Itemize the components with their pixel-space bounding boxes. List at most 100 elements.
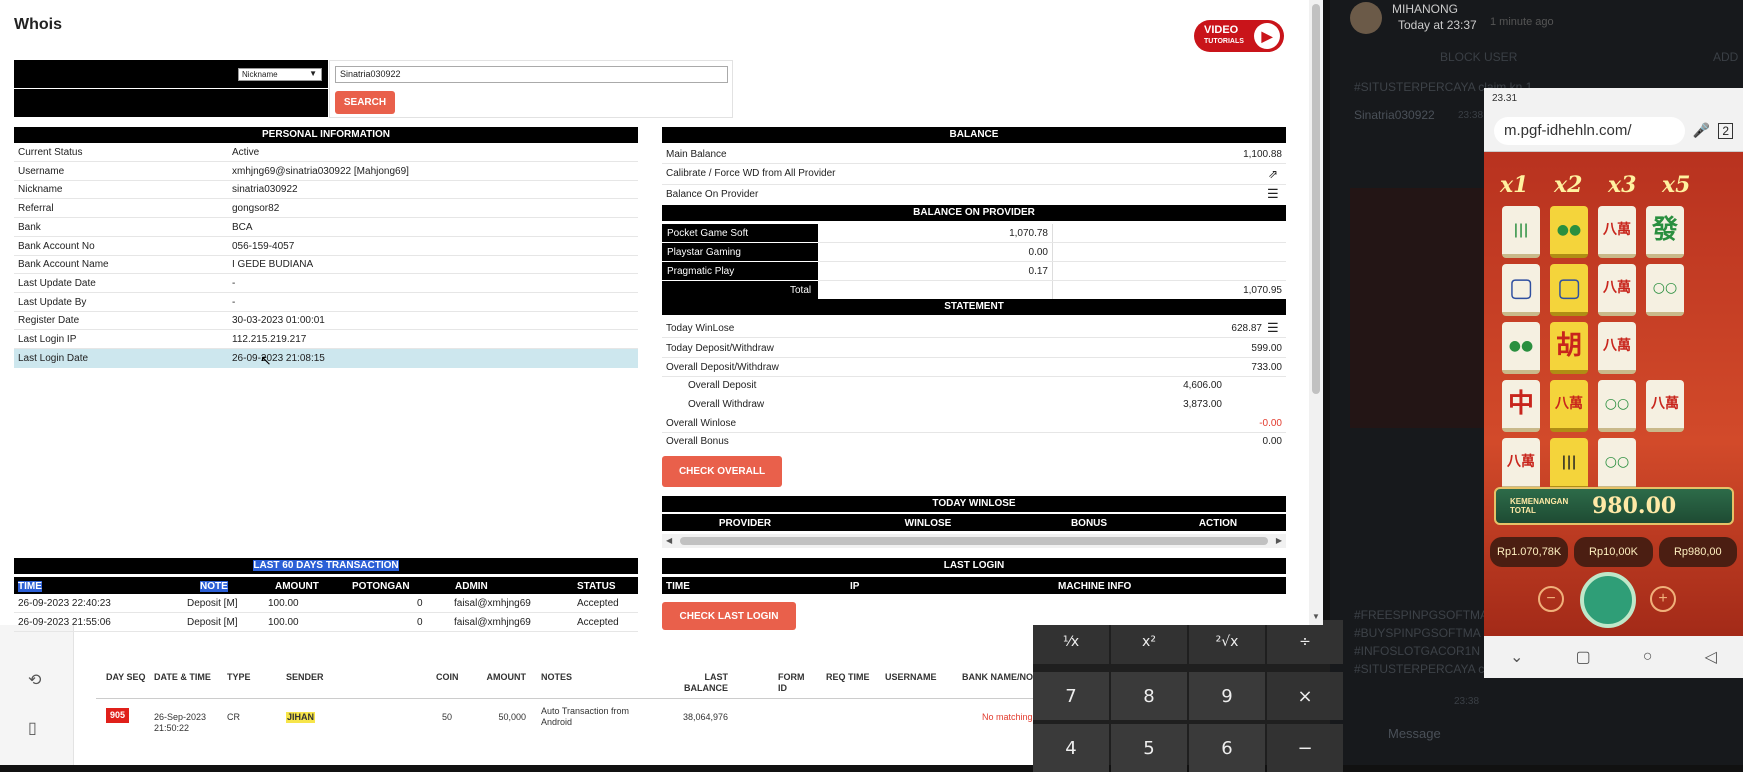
scroll-left-icon[interactable]: ◀ <box>666 536 672 545</box>
calculator-key[interactable]: 9 <box>1189 672 1265 720</box>
divider <box>14 273 638 275</box>
info-label: Last Update By <box>18 296 87 308</box>
search-button-label-cell <box>14 89 328 117</box>
calculator: ¹⁄x x² ²√x ÷ 7 8 9 × 4 5 6− <box>1033 620 1343 772</box>
main-balance-label: Main Balance <box>666 149 727 160</box>
column-header: STATUS <box>577 581 616 592</box>
main-balance-value: 1,100.88 <box>1243 149 1282 160</box>
mahjong-tile: 胡 <box>1550 322 1588 374</box>
horizontal-scrollbar[interactable]: ◀ ▶ <box>662 534 1286 548</box>
calculator-key[interactable]: ²√x <box>1189 620 1265 664</box>
spin-button[interactable] <box>1580 572 1636 628</box>
message-input[interactable]: Message <box>1388 726 1441 741</box>
row-amount: 50,000 <box>498 712 526 722</box>
chevron-down-icon: ▼ <box>309 69 317 78</box>
provider-balance: 1,070.78 <box>1009 228 1048 239</box>
transactions-title: LAST 60 DAYS TRANSACTION <box>253 560 399 571</box>
column-header: TYPE <box>227 672 251 682</box>
header-divider <box>96 698 1033 699</box>
info-value: gongsor82 <box>232 203 280 215</box>
provider-name: Pocket Game Soft <box>667 228 749 239</box>
list-icon[interactable]: ☰ <box>1267 186 1279 202</box>
block-user-link[interactable]: BLOCK USER <box>1440 50 1517 64</box>
multiplier: x2 <box>1554 172 1583 198</box>
calculator-key[interactable]: 8 <box>1111 672 1187 720</box>
back-icon[interactable]: ◁ <box>1705 647 1717 667</box>
calculator-key[interactable]: ÷ <box>1267 620 1343 664</box>
divider <box>662 432 1286 433</box>
external-link-icon[interactable]: ⇗ <box>1268 167 1278 181</box>
menu-icon[interactable]: ⌄ <box>1510 647 1523 667</box>
calculator-key[interactable]: ¹⁄x <box>1033 620 1109 664</box>
transactions-header: LAST 60 DAYS TRANSACTION <box>14 558 638 574</box>
game-info-bar: Rp1.070,78K Rp10,00K Rp980,00 <box>1484 537 1743 567</box>
divider <box>14 310 638 312</box>
plus-button[interactable]: + <box>1650 586 1676 612</box>
vertical-scrollbar[interactable]: ▼ <box>1309 0 1323 625</box>
info-value: BCA <box>232 221 253 233</box>
table-cell: 100.00 <box>268 598 299 609</box>
scroll-right-icon[interactable]: ▶ <box>1276 536 1282 545</box>
calculator-key[interactable]: 7 <box>1033 672 1109 720</box>
url-field[interactable]: m.pgf-idhehln.com/ <box>1494 116 1685 145</box>
table-cell: 26-09-2023 22:40:23 <box>18 598 111 609</box>
mic-icon[interactable]: 🎤 <box>1693 122 1710 139</box>
column-header: PROVIDER <box>718 518 772 529</box>
cell-border <box>1052 281 1053 299</box>
scroll-thumb[interactable] <box>680 537 1268 545</box>
balance-on-provider-label: Balance On Provider <box>666 189 759 200</box>
search-type-select[interactable]: Nickname ▼ <box>238 68 322 81</box>
minus-button[interactable]: − <box>1538 586 1564 612</box>
table-cell: faisal@xmhjng69 <box>454 598 531 609</box>
recent-apps-icon[interactable]: ▢ <box>1576 647 1591 667</box>
mahjong-tile: 八萬 <box>1646 380 1684 432</box>
info-label: Current Status <box>18 147 83 158</box>
mahjong-tile: 中 <box>1502 380 1540 432</box>
add-link[interactable]: ADD <box>1713 50 1738 64</box>
row-last-balance: 38,064,976 <box>682 712 728 722</box>
divider <box>14 198 638 200</box>
info-value: Active <box>232 147 260 158</box>
check-last-login-button[interactable]: CHECK LAST LOGIN <box>662 602 796 630</box>
page-title: Whois <box>14 16 62 33</box>
video-tutorials-button[interactable]: VIDEO TUTORIALS ▶ <box>1194 20 1284 52</box>
game-screen: x1 x2 x3 x5 ||| ●● 八萬 發 ▢ ▢ 八萬 ○○ ●● 胡 八… <box>1484 152 1743 636</box>
search-button[interactable]: SEARCH <box>335 91 395 114</box>
mahjong-tile: ○○ <box>1598 380 1636 432</box>
tabs-icon[interactable]: 2 <box>1718 122 1733 139</box>
balance-on-provider-header: BALANCE ON PROVIDER <box>662 205 1286 221</box>
statement-label: Today Deposit/Withdraw <box>666 342 774 354</box>
column-header: BANK NAME/NO <box>962 672 1033 682</box>
mahjong-tile: 八萬 <box>1598 206 1636 258</box>
list-icon[interactable]: ☰ <box>1267 320 1279 336</box>
phone-screenshot: 23.31 m.pgf-idhehln.com/ 🎤 2 x1 x2 x3 x5… <box>1484 88 1743 678</box>
seq-badge: 905 <box>106 708 130 723</box>
avatar <box>1350 2 1382 34</box>
whois-window: Whois VIDEO TUTORIALS ▶ Nickname ▼ Sinat… <box>0 0 1323 632</box>
video-sub-label: TUTORIALS <box>1204 38 1244 45</box>
info-value: - <box>232 277 236 289</box>
history-icon[interactable]: ⟲ <box>28 670 41 690</box>
mahjong-tile: ○○ <box>1646 264 1684 316</box>
divider <box>14 161 638 162</box>
row-bank: No matching <box>982 712 1033 722</box>
scroll-thumb[interactable] <box>1312 4 1320 394</box>
bet-chip: Rp10,00K <box>1574 537 1653 567</box>
check-overall-button[interactable]: CHECK OVERALL <box>662 456 782 487</box>
statement-sub-label: Overall Withdraw <box>688 399 765 410</box>
winlose-value: -0.00 <box>1259 418 1282 429</box>
bonus-label: Overall Bonus <box>666 436 729 447</box>
calculator-key[interactable]: x² <box>1111 620 1187 664</box>
balance-chip: Rp1.070,78K <box>1490 537 1569 567</box>
mahjong-tile: 發 <box>1646 206 1684 258</box>
search-input[interactable]: Sinatria030922 <box>335 66 728 83</box>
scroll-down-icon[interactable]: ▼ <box>1312 612 1320 621</box>
book-icon[interactable]: ▯ <box>28 718 37 738</box>
mahjong-tile: ▢ <box>1550 264 1588 316</box>
statement-value: 628.87 <box>1231 323 1262 334</box>
selected-row-highlight <box>14 348 638 368</box>
sidebar: ⟲ ▯ <box>0 622 74 765</box>
home-icon[interactable]: ○ <box>1643 648 1653 666</box>
info-label: Username <box>18 165 65 177</box>
calculator-key[interactable]: × <box>1267 672 1343 720</box>
